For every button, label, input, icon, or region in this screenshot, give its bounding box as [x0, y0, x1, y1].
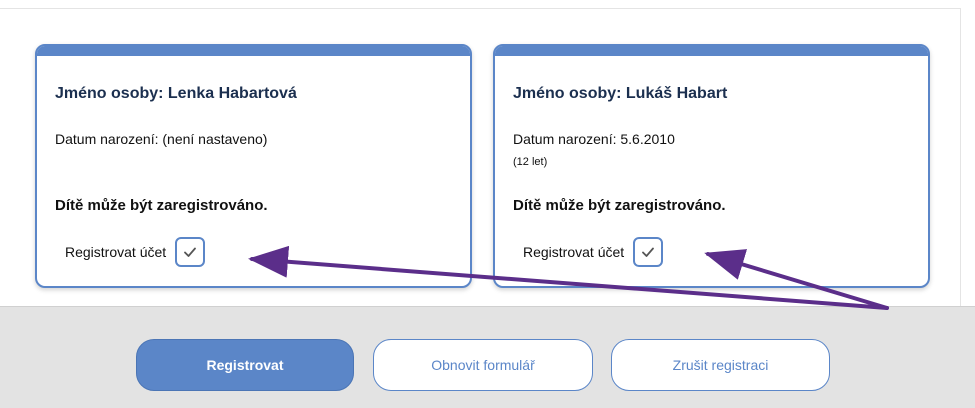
action-bar: Registrovat Obnovit formulář Zrušit regi… [0, 306, 975, 408]
top-divider [0, 8, 960, 9]
person-card-lukas: Jméno osoby: Lukáš Habart Datum narození… [493, 44, 930, 288]
person-card-lenka: Jméno osoby: Lenka Habartová Datum naroz… [35, 44, 472, 288]
register-account-checkbox[interactable] [633, 237, 664, 267]
person-name: Jméno osoby: Lenka Habartová [55, 85, 297, 102]
registration-status: Dítě může být zaregistrováno. [513, 197, 726, 214]
registration-status: Dítě může být zaregistrováno. [55, 197, 268, 214]
checkmark-icon [184, 247, 197, 257]
birth-date: Datum narození: 5.6.2010 [513, 131, 675, 147]
reset-form-button[interactable]: Obnovit formulář [373, 339, 593, 391]
register-account-checkbox[interactable] [175, 237, 206, 267]
card-header-bar [37, 46, 470, 56]
right-divider [960, 8, 961, 306]
register-account-row: Registrovat účet [65, 237, 206, 267]
age: (12 let) [513, 156, 548, 168]
checkmark-icon [642, 247, 655, 257]
person-name: Jméno osoby: Lukáš Habart [513, 85, 728, 102]
card-header-bar [495, 46, 928, 56]
register-account-label: Registrovat účet [65, 244, 167, 260]
register-account-row: Registrovat účet [523, 237, 664, 267]
birth-date: Datum narození: (není nastaveno) [55, 131, 268, 147]
register-account-label: Registrovat účet [523, 244, 625, 260]
register-button[interactable]: Registrovat [136, 339, 354, 391]
cancel-registration-button[interactable]: Zrušit registraci [611, 339, 830, 391]
